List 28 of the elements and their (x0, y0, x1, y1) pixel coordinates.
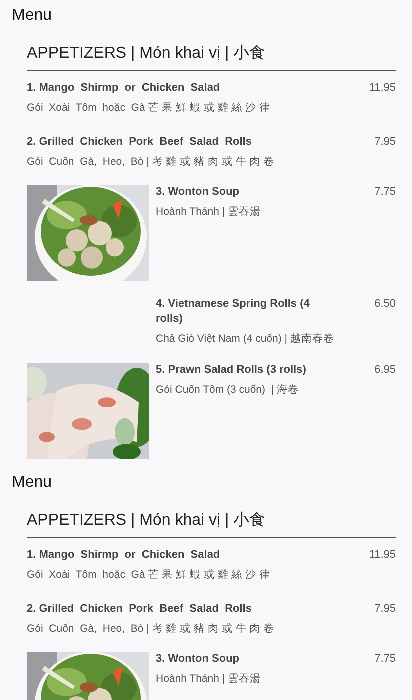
dish-price: 11.95 (369, 548, 396, 563)
menu-title: Menu (12, 473, 54, 493)
dish-price: 7.75 (374, 185, 396, 200)
dish-name: 1. Mango Shirmp or Chicken Salad (27, 81, 220, 96)
dish-price: 6.50 (374, 297, 396, 312)
dish-price: 11.95 (369, 81, 396, 96)
category-heading: APPETIZERS | Món khai vị | 小食 (27, 510, 396, 538)
category-heading: APPETIZERS | Món khai vị | 小食 (27, 43, 396, 71)
dish-translation: Hoành Thánh | 雲吞湯 (156, 205, 262, 219)
dish-name: 3. Wonton Soup (156, 185, 240, 200)
dish-name: 3. Wonton Soup (156, 652, 240, 667)
dish-name: 2. Grilled Chicken Pork Beef Salad Rolls (27, 135, 252, 150)
dish-price: 7.95 (374, 602, 396, 617)
dish-name: 5. Prawn Salad Rolls (3 rolls) (156, 363, 306, 378)
dish-price: 6.95 (374, 363, 396, 378)
dish-price: 7.75 (374, 652, 396, 667)
dish-name: 4. Vietnamese Spring Rolls (4 rolls) (156, 297, 311, 327)
dish-price: 7.95 (374, 135, 396, 150)
dish-translation: Gỏi Xoài Tôm hoặc Gà 芒 果 鮮 蝦 或 雞 絲 沙 律 (27, 568, 272, 582)
dish-translation: Gỏi Xoài Tôm hoặc Gà 芒 果 鮮 蝦 或 雞 絲 沙 律 (27, 101, 272, 115)
dish-translation: Gỏi Cuốn Gà, Heo, Bò | 考 雞 或 豬 肉 或 牛 肉 卷 (27, 155, 276, 169)
dish-name: 2. Grilled Chicken Pork Beef Salad Rolls (27, 602, 252, 617)
dish-name: 1. Mango Shirmp or Chicken Salad (27, 548, 220, 563)
dish-translation: Gỏi Cuốn Tôm (3 cuốn) | 海卷 (156, 383, 300, 397)
dish-translation: Chả Giò Việt Nam (4 cuốn) | 越南春卷 (156, 332, 336, 346)
dish-translation: Gỏi Cuốn Gà, Heo, Bò | 考 雞 或 豬 肉 或 牛 肉 卷 (27, 622, 276, 636)
menu-title: Menu (12, 6, 54, 26)
dish-translation: Hoành Thánh | 雲吞湯 (156, 672, 262, 686)
